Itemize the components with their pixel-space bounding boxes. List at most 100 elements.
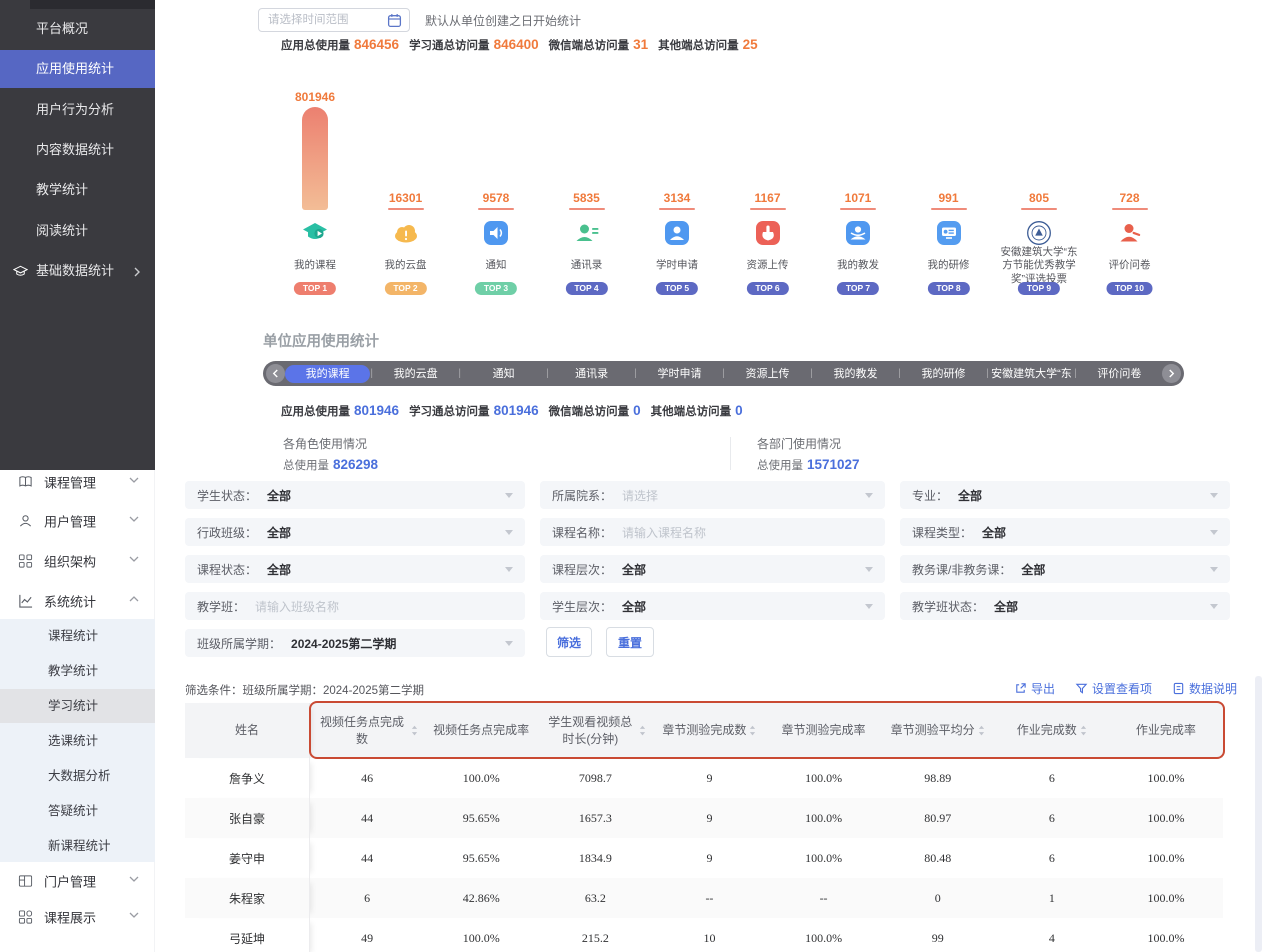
action-set-view-items[interactable]: 设置查看项 bbox=[1075, 680, 1152, 697]
cap-teal-icon bbox=[302, 220, 328, 246]
org-icon bbox=[18, 554, 33, 569]
caret-down-icon bbox=[865, 493, 873, 498]
submenu-item-1[interactable]: 课程统计 bbox=[0, 619, 155, 653]
app-tab-3[interactable]: 通知 bbox=[461, 365, 546, 383]
action-export[interactable]: 导出 bbox=[1014, 680, 1055, 697]
sidebar-main-menu: 课程管理用户管理组织架构系统统计课程统计教学统计学习统计选课统计大数据分析答疑统… bbox=[0, 470, 155, 952]
sidebar-item-1[interactable]: 平台概况 bbox=[0, 15, 155, 43]
app-tab-1[interactable]: 我的课程 bbox=[285, 365, 370, 383]
data-cell: 100.0% bbox=[1109, 798, 1223, 838]
top-rank-badge: TOP 6 bbox=[746, 282, 788, 295]
filter-field-r3c3[interactable]: 教务课/非教务课：全部 bbox=[900, 555, 1230, 583]
app-name-label: 学时申请 bbox=[634, 246, 720, 286]
menu-item-1[interactable]: 课程管理 bbox=[0, 462, 155, 502]
app-tab-5[interactable]: 学时申请 bbox=[637, 365, 722, 383]
scrollbar-track[interactable] bbox=[1255, 676, 1262, 952]
filter-field-r3c1[interactable]: 课程状态：全部 bbox=[185, 555, 525, 583]
funnel-icon bbox=[1075, 682, 1088, 695]
stat-value: 846400 bbox=[494, 37, 539, 52]
stat-value: 25 bbox=[743, 37, 758, 52]
date-range-input[interactable] bbox=[268, 9, 386, 31]
reset-button[interactable]: 重置 bbox=[606, 627, 654, 657]
submenu-item-3[interactable]: 学习统计 bbox=[0, 689, 155, 723]
app-tab-6[interactable]: 资源上传 bbox=[725, 365, 810, 383]
filter-field-r1c3[interactable]: 专业：全部 bbox=[900, 481, 1230, 509]
sidebar-item-4[interactable]: 内容数据统计 bbox=[0, 136, 155, 164]
bar-zone: 1167 bbox=[723, 90, 813, 210]
doc-icon bbox=[1172, 682, 1185, 695]
caret-down-icon bbox=[505, 641, 513, 646]
sort-icon[interactable] bbox=[749, 725, 756, 736]
app-tab-4[interactable]: 通讯录 bbox=[549, 365, 634, 383]
chart-column-7: 1071我的教发TOP 7 bbox=[813, 90, 903, 300]
stat-label: 微信端总访问量 bbox=[549, 37, 630, 53]
stat-value: 801946 bbox=[494, 403, 539, 418]
menu-item-3[interactable]: 组织架构 bbox=[0, 541, 155, 581]
app-name-label: 我的研修 bbox=[906, 246, 992, 286]
sort-icon[interactable] bbox=[639, 725, 646, 736]
bar-value-label: 991 bbox=[938, 191, 958, 205]
stat-value: 31 bbox=[633, 37, 648, 52]
sidebar-item-7[interactable]: 基础数据统计 bbox=[0, 257, 155, 285]
bar-value-label: 9578 bbox=[483, 191, 510, 205]
sidebar-item-3[interactable]: 用户行为分析 bbox=[0, 96, 155, 124]
app-name-label: 我的云盘 bbox=[363, 246, 449, 286]
tabbar-right-arrow[interactable] bbox=[1162, 364, 1181, 383]
data-cell: 99 bbox=[881, 918, 995, 952]
chart-column-6: 1167资源上传TOP 6 bbox=[723, 90, 813, 300]
stat-value: 0 bbox=[633, 403, 641, 418]
column-header-label: 学生观看视频总时长(分钟) bbox=[544, 714, 636, 748]
data-cell: 215.2 bbox=[538, 918, 652, 952]
sidebar-item-5[interactable]: 教学统计 bbox=[0, 176, 155, 204]
field-value: 全部 bbox=[982, 524, 1006, 541]
filter-field-r4c2[interactable]: 学生层次：全部 bbox=[540, 592, 885, 620]
app-tab-10[interactable]: 评价问卷 bbox=[1077, 365, 1162, 383]
filter-field-r3c2[interactable]: 课程层次：全部 bbox=[540, 555, 885, 583]
overall-usage-stats: 应用总使用量846456学习通总访问量846400微信端总访问量31其他端总访问… bbox=[281, 37, 758, 53]
dept-panel-title: 各部门使用情况 bbox=[757, 435, 860, 452]
app-tab-7[interactable]: 我的教发 bbox=[813, 365, 898, 383]
filter-field-r4c1[interactable]: 教学班：请输入班级名称 bbox=[185, 592, 525, 620]
caret-down-icon bbox=[1210, 567, 1218, 572]
sort-icon[interactable] bbox=[1080, 725, 1087, 736]
filter-field-r2c3[interactable]: 课程类型：全部 bbox=[900, 518, 1230, 546]
field-placeholder: 请输入课程名称 bbox=[622, 524, 706, 541]
filter-condition-text: 筛选条件：班级所属学期：2024-2025第二学期 bbox=[185, 682, 424, 698]
chevron-up-icon bbox=[129, 596, 139, 606]
menu-item-6[interactable]: 课程展示 bbox=[0, 897, 155, 937]
top-rank-badge: TOP 4 bbox=[565, 282, 607, 295]
table-header-row: 姓名视频任务点完成数视频任务点完成率学生观看视频总时长(分钟)章节测验完成数章节… bbox=[185, 703, 1223, 758]
sort-icon[interactable] bbox=[411, 725, 418, 736]
menu-item-label: 课程展示 bbox=[44, 908, 96, 927]
column-header-label: 姓名 bbox=[235, 722, 259, 739]
app-tab-9[interactable]: 安徽建筑大学“东 bbox=[989, 365, 1074, 383]
filter-field-r2c1[interactable]: 行政班级：全部 bbox=[185, 518, 525, 546]
app-name-label: 我的课程 bbox=[272, 246, 358, 286]
filter-field-semester[interactable]: 班级所属学期：2024-2025第二学期 bbox=[185, 629, 525, 657]
bar-value-label: 728 bbox=[1119, 191, 1139, 205]
sidebar-item-6[interactable]: 阅读统计 bbox=[0, 217, 155, 245]
menu-item-2[interactable]: 用户管理 bbox=[0, 501, 155, 541]
app-tab-8[interactable]: 我的研修 bbox=[901, 365, 986, 383]
bar bbox=[388, 208, 424, 210]
sort-icon[interactable] bbox=[978, 725, 985, 736]
submenu-item-6[interactable]: 答疑统计 bbox=[0, 794, 155, 828]
submenu-item-5[interactable]: 大数据分析 bbox=[0, 759, 155, 793]
submenu-item-7[interactable]: 新课程统计 bbox=[0, 829, 155, 863]
field-label: 课程层次： bbox=[552, 561, 612, 578]
app-tab-2[interactable]: 我的云盘 bbox=[373, 365, 458, 383]
submenu-item-2[interactable]: 教学统计 bbox=[0, 654, 155, 688]
filter-field-r2c2[interactable]: 课程名称：请输入课程名称 bbox=[540, 518, 885, 546]
action-data-description[interactable]: 数据说明 bbox=[1172, 680, 1237, 697]
sidebar-item-2[interactable]: 应用使用统计 bbox=[0, 50, 155, 88]
tabbar-left-arrow[interactable] bbox=[266, 364, 285, 383]
menu-item-4[interactable]: 系统统计 bbox=[0, 581, 155, 621]
filter-button[interactable]: 筛选 bbox=[546, 627, 592, 657]
menu-item-5[interactable]: 门户管理 bbox=[0, 861, 155, 901]
chevron-right-icon bbox=[134, 267, 142, 275]
filter-field-r1c1[interactable]: 学生状态：全部 bbox=[185, 481, 525, 509]
filter-field-r1c2[interactable]: 所属院系：请选择 bbox=[540, 481, 885, 509]
filter-field-r4c3[interactable]: 教学班状态：全部 bbox=[900, 592, 1230, 620]
submenu-item-4[interactable]: 选课统计 bbox=[0, 724, 155, 758]
date-range-picker[interactable] bbox=[258, 8, 410, 32]
